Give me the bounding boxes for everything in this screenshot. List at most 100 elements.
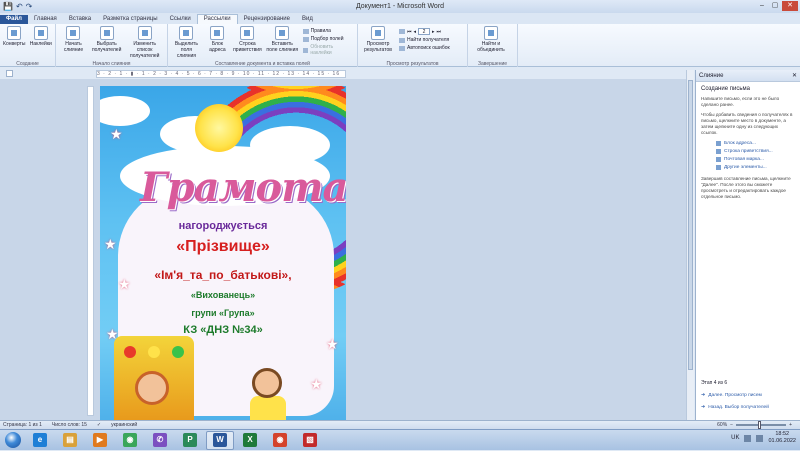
group-label-finish: Завершение [477,61,508,67]
taskbar-app-ie[interactable]: e [26,431,54,450]
window-title: Документ1 - Microsoft Word [355,3,445,10]
pane-close-icon[interactable]: ✕ [792,72,797,79]
record-navigation: ⏮ ◂ 2 ▸ ⏭ [399,28,450,35]
zoom-out-icon[interactable]: − [730,422,733,428]
explorer-icon: ▤ [63,433,77,447]
taskbar-app-media[interactable]: ▶ [86,431,114,450]
certificate-heading: Грамота [140,164,346,211]
document-icon [66,26,81,40]
taskbar-app-pdf[interactable]: ▧ [296,431,324,450]
volume-icon[interactable] [756,434,764,442]
star-icon: ★ [326,336,339,352]
clock-date: 01.06.2022 [768,438,796,444]
postage-link[interactable]: Почтовая марка... [696,154,800,162]
pane-text-1: Напишите письмо, если это не было сделан… [701,96,780,107]
clock[interactable]: 18:52 01.06.2022 [768,431,796,445]
first-record-icon[interactable]: ⏮ [407,29,412,35]
rules-button[interactable]: Правила [303,28,354,34]
maximize-button[interactable]: ▢ [769,1,781,11]
ribbon-mailings: Конверты Наклейки Создание Начать слияни… [0,24,800,67]
previous-step-link[interactable]: Назад. Выбор получателей [701,404,769,410]
match-fields-button[interactable]: Подбор полей [303,36,354,42]
minimize-button[interactable]: – [756,1,768,11]
child-illustration [135,371,169,405]
tab-page-layout[interactable]: Разметка страницы [97,15,163,24]
pdf-icon: ▧ [303,433,317,447]
tab-references[interactable]: Ссылки [164,15,197,24]
group-label-preview: Просмотр результатов [386,61,439,67]
tab-view[interactable]: Вид [296,15,319,24]
merge-field-group: групи «Група» [191,308,255,318]
merge-field-name: «Ім'я_та_по_батькові», [154,268,292,282]
tab-mailings[interactable]: Рассылки [196,14,238,24]
vertical-scrollbar[interactable] [686,70,694,420]
language-indicator[interactable]: UK [731,435,739,441]
envelope-icon [7,26,22,40]
group-label-start-merge: Начало слияния [92,61,131,67]
taskbar-app-chrome2[interactable]: ◉ [266,431,294,450]
zoom-slider[interactable] [736,421,787,429]
window-controls: – ▢ ✕ [756,1,798,11]
tab-home[interactable]: Главная [28,15,63,24]
taskbar-app-word[interactable]: W [206,430,234,450]
tab-review[interactable]: Рецензирование [238,15,296,24]
taskbar-app-publisher[interactable]: P [176,431,204,450]
highlight-icon [179,26,194,40]
edit-list-icon [137,26,152,40]
zoom-control: 60% − + [717,421,792,429]
address-block-link[interactable]: Блок адреса... [696,138,800,146]
title-bar: 💾 ↶ ↷ Документ1 - Microsoft Word – ▢ ✕ [0,0,800,13]
zoom-slider-knob[interactable] [758,421,762,429]
certificate-page[interactable]: ★ ★ ★ ★ ★ ★ Грамота нагороджується «Пріз… [100,86,346,420]
last-record-icon[interactable]: ⏭ [437,29,442,35]
address-block-icon [210,26,225,40]
page-count[interactable]: Страница: 1 из 1 [3,422,42,428]
next-step-link[interactable]: Далее. Просмотр писем [701,392,762,398]
word-window: 💾 ↶ ↷ Документ1 - Microsoft Word – ▢ ✕ Ф… [0,0,800,450]
start-button[interactable] [0,430,26,451]
ribbon-tabs: Файл Главная Вставка Разметка страницы С… [0,13,800,24]
greeting-line-link[interactable]: Строка приветствия... [696,146,800,154]
merge-field-pupil: «Вихованець» [190,290,256,300]
zoom-level[interactable]: 60% [717,422,727,428]
previous-record-icon[interactable]: ◂ [414,29,417,35]
more-items-link[interactable]: Другие элементы... [696,162,800,170]
star-icon: ★ [310,376,323,392]
record-number-field[interactable]: 2 [418,28,431,35]
language-indicator[interactable]: украинский [111,422,137,428]
ie-icon: e [33,433,47,447]
label-icon [33,26,48,40]
merge-field-surname: «Прізвище» [176,238,270,255]
find-recipient-button[interactable]: Найти получателя [399,37,450,43]
tab-insert[interactable]: Вставка [63,15,97,24]
horizontal-ruler[interactable]: 3 · 2 · 1 · ▮ · 1 · 2 · 3 · 4 · 5 · 6 · … [96,70,346,78]
group-write-insert: Выделить поля слияния Блок адреса Строка… [168,24,358,67]
recipients-icon [99,26,114,40]
word-count[interactable]: Число слов: 15 [52,422,87,428]
star-icon: ★ [110,126,123,142]
proofing-icon[interactable]: ✓ [97,422,101,428]
taskbar-app-viber[interactable]: ✆ [146,431,174,450]
taskbar-app-explorer[interactable]: ▤ [56,431,84,450]
group-finish: Найти и объединить Завершение [468,24,518,67]
auto-check-errors-button[interactable]: Автопоиск ошибок [399,45,450,51]
network-icon[interactable] [744,434,752,442]
zoom-in-icon[interactable]: + [789,422,792,428]
taskbar-app-excel[interactable]: X [236,431,264,450]
tab-selector[interactable] [6,70,13,77]
scrollbar-thumb[interactable] [688,80,693,370]
close-button[interactable]: ✕ [782,1,798,11]
pane-heading: Создание письма [701,86,750,92]
viber-icon: ✆ [153,433,167,447]
next-record-icon[interactable]: ▸ [432,29,435,35]
child-body-illustration [250,396,286,420]
taskbar: e ▤ ▶ ◉ ✆ P W X ◉ ▧ UK 18:52 01.06.2022 [0,429,800,450]
chrome-icon: ◉ [123,433,137,447]
certificate-line-awarded: нагороджується [178,220,268,232]
word-icon: W [213,433,227,447]
taskbar-app-chrome[interactable]: ◉ [116,431,144,450]
tab-file[interactable]: Файл [0,15,28,24]
update-labels-button[interactable]: Обновить наклейки [303,44,354,56]
red-light-icon [124,346,136,358]
pane-title: Слияние [699,72,724,79]
